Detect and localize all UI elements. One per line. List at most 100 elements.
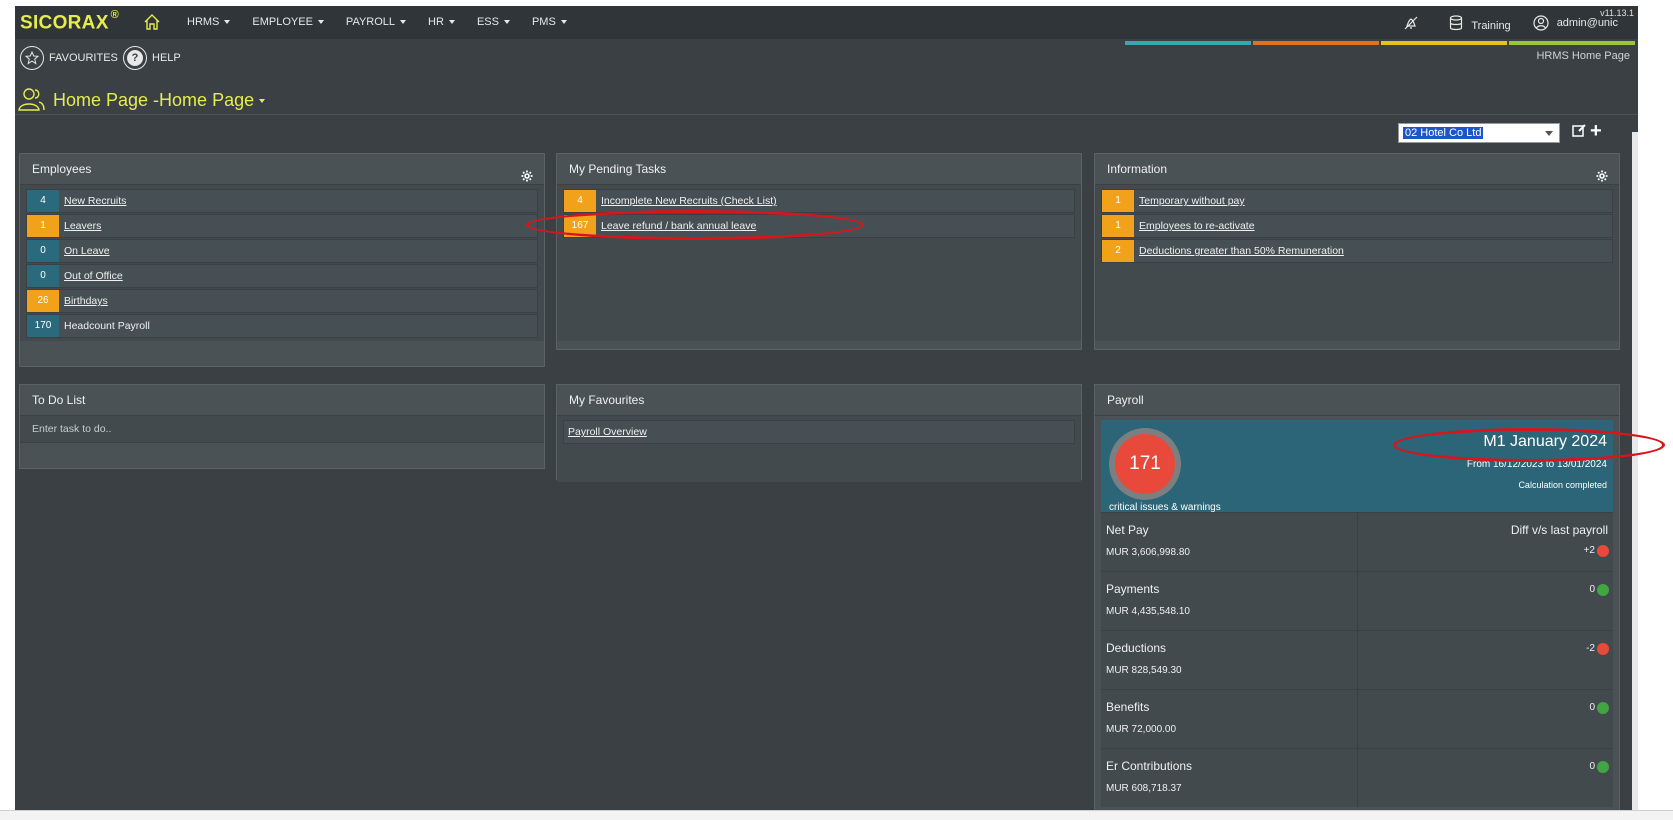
payroll-amount: MUR 72,000.00: [1106, 724, 1177, 735]
employees-reactivate-link[interactable]: Employees to re-activate: [1139, 220, 1255, 232]
payroll-label: Er Contributions: [1106, 759, 1193, 773]
leavers-link[interactable]: Leavers: [64, 220, 101, 232]
temporary-without-pay-link[interactable]: Temporary without pay: [1139, 195, 1245, 207]
company-select[interactable]: 02 Hotel Co Ltd: [1398, 123, 1560, 143]
todo-widget: To Do List Enter task to do..: [19, 384, 545, 469]
payroll-row: Benefits MUR 72,000.00 0: [1101, 689, 1613, 748]
todo-input[interactable]: Enter task to do..: [20, 416, 544, 443]
widget-title: To Do List: [20, 385, 544, 416]
count-badge: 170: [27, 315, 59, 337]
pending-tasks-widget: My Pending Tasks 4 Incomplete New Recruit…: [556, 153, 1082, 350]
new-recruits-link[interactable]: New Recruits: [64, 195, 126, 207]
notifications-off-icon[interactable]: [1403, 15, 1427, 31]
chevron-down-icon: [259, 99, 266, 104]
count-badge: 26: [27, 290, 59, 312]
payroll-cell: Payments MUR 4,435,548.10: [1101, 572, 1357, 630]
list-item[interactable]: 0 Out of Office: [26, 264, 538, 288]
menu-hrms[interactable]: HRMS: [187, 16, 231, 28]
widget-title: Payroll: [1095, 385, 1619, 416]
payroll-diff-cell: 0: [1357, 690, 1613, 748]
color-strip: [1125, 41, 1637, 45]
user-menu[interactable]: admin@unic: [1533, 15, 1618, 31]
payroll-overview-link[interactable]: Payroll Overview: [568, 426, 647, 438]
employees-list: 4 New Recruits 1 Leavers 0 On Leave 0 Out of…: [20, 185, 544, 341]
add-widget-icon[interactable]: +: [1590, 121, 1602, 141]
diff-value: 0: [1589, 761, 1595, 772]
list-item[interactable]: 4 Incomplete New Recruits (Check List): [563, 189, 1075, 213]
list-item[interactable]: 4 New Recruits: [26, 189, 538, 213]
list-item[interactable]: 26 Birthdays: [26, 289, 538, 313]
information-list: 1 Temporary without pay 1 Employees to re-…: [1095, 185, 1619, 341]
payroll-row: Net Pay MUR 3,606,998.80 Diff v/s last pa…: [1101, 512, 1613, 571]
payroll-summary[interactable]: 171 critical issues & warnings M1 Januar…: [1101, 420, 1613, 513]
list-item[interactable]: Payroll Overview: [563, 420, 1075, 444]
deductions-greater-link[interactable]: Deductions greater than 50% Remuneration: [1139, 245, 1344, 257]
payroll-amount: MUR 828,549.30: [1106, 665, 1182, 676]
count-badge: 1: [1102, 215, 1134, 237]
status-dot-green: [1597, 761, 1609, 773]
diff-header: Diff v/s last payroll: [1510, 523, 1608, 537]
on-leave-link[interactable]: On Leave: [64, 245, 110, 257]
payroll-period: M1 January 2024: [1483, 433, 1607, 450]
favourites-button[interactable]: FAVOURITES: [20, 46, 118, 70]
issues-count: 171: [1115, 434, 1175, 494]
payroll-cell: Benefits MUR 72,000.00: [1101, 690, 1357, 748]
menu-hr[interactable]: HR: [428, 16, 455, 28]
help-icon: ?: [123, 46, 147, 70]
menu-employee[interactable]: EMPLOYEE: [252, 16, 324, 28]
help-button[interactable]: ? HELP: [123, 46, 181, 70]
diff-value: +2: [1583, 545, 1595, 556]
diff-value: -2: [1586, 643, 1595, 654]
page-title[interactable]: Home Page -Home Page: [53, 90, 266, 111]
scrollbar[interactable]: [1632, 132, 1638, 810]
out-of-office-link[interactable]: Out of Office: [64, 270, 123, 282]
payroll-amount: MUR 4,435,548.10: [1106, 606, 1190, 617]
status-dot-red: [1597, 643, 1609, 655]
employees-widget: Employees 4 New Recruits 1 Leavers 0 On Lea…: [19, 153, 545, 367]
incomplete-recruits-link[interactable]: Incomplete New Recruits (Check List): [601, 195, 777, 207]
status-dot-green: [1597, 584, 1609, 596]
count-badge: 4: [27, 190, 59, 212]
payroll-amount: MUR 608,718.37: [1106, 783, 1182, 794]
issues-indicator[interactable]: 171: [1109, 428, 1181, 500]
home-icon[interactable]: [143, 13, 161, 31]
status-dot-red: [1597, 545, 1609, 557]
count-badge: 4: [564, 190, 596, 212]
payroll-diff-cell: -2: [1357, 631, 1613, 689]
list-item[interactable]: 1 Employees to re-activate: [1101, 214, 1613, 238]
widget-title: My Pending Tasks: [557, 154, 1081, 185]
payroll-cell: Net Pay MUR 3,606,998.80: [1101, 513, 1357, 571]
list-item[interactable]: 167 Leave refund / bank annual leave: [563, 214, 1075, 238]
diff-value: 0: [1589, 702, 1595, 713]
menu-ess[interactable]: ESS: [477, 16, 510, 28]
page-header: Home Page -Home Page: [15, 81, 1638, 115]
count-badge: 2: [1102, 240, 1134, 262]
birthdays-link[interactable]: Birthdays: [64, 295, 108, 307]
app-logo[interactable]: SICORAX ®: [20, 9, 119, 34]
information-widget: Information 1 Temporary without pay 1 Empl…: [1094, 153, 1620, 350]
company-selected-value: 02 Hotel Co Ltd: [1403, 127, 1484, 139]
list-item[interactable]: 1 Temporary without pay: [1101, 189, 1613, 213]
menu-pms[interactable]: PMS: [532, 16, 567, 28]
widget-title: Information: [1095, 154, 1619, 185]
payroll-date-range: From 16/12/2023 to 13/01/2024: [1466, 459, 1607, 470]
list-item: 170 Headcount Payroll: [26, 314, 538, 338]
list-item[interactable]: 2 Deductions greater than 50% Remuneratio…: [1101, 239, 1613, 263]
menu-payroll[interactable]: PAYROLL: [346, 16, 407, 28]
payroll-widget: Payroll 171 critical issues & warnings M…: [1094, 384, 1620, 810]
chevron-down-icon: [317, 20, 324, 25]
issues-label: critical issues & warnings: [1109, 502, 1221, 513]
user-name: admin@unic: [1556, 17, 1618, 29]
favourites-widget: My Favourites Payroll Overview: [556, 384, 1082, 482]
environment-selector[interactable]: Training: [1449, 15, 1511, 32]
leave-refund-link[interactable]: Leave refund / bank annual leave: [601, 220, 756, 232]
payroll-label: Net Pay: [1106, 523, 1149, 537]
user-area: Training admin@unic: [1381, 15, 1618, 32]
list-item[interactable]: 0 On Leave: [26, 239, 538, 263]
user-icon: [1533, 15, 1549, 31]
edit-icon[interactable]: [1572, 123, 1587, 143]
payroll-label: Deductions: [1106, 641, 1167, 655]
chevron-down-icon: [1545, 131, 1553, 136]
payroll-figures: Net Pay MUR 3,606,998.80 Diff v/s last pa…: [1101, 512, 1613, 807]
list-item[interactable]: 1 Leavers: [26, 214, 538, 238]
